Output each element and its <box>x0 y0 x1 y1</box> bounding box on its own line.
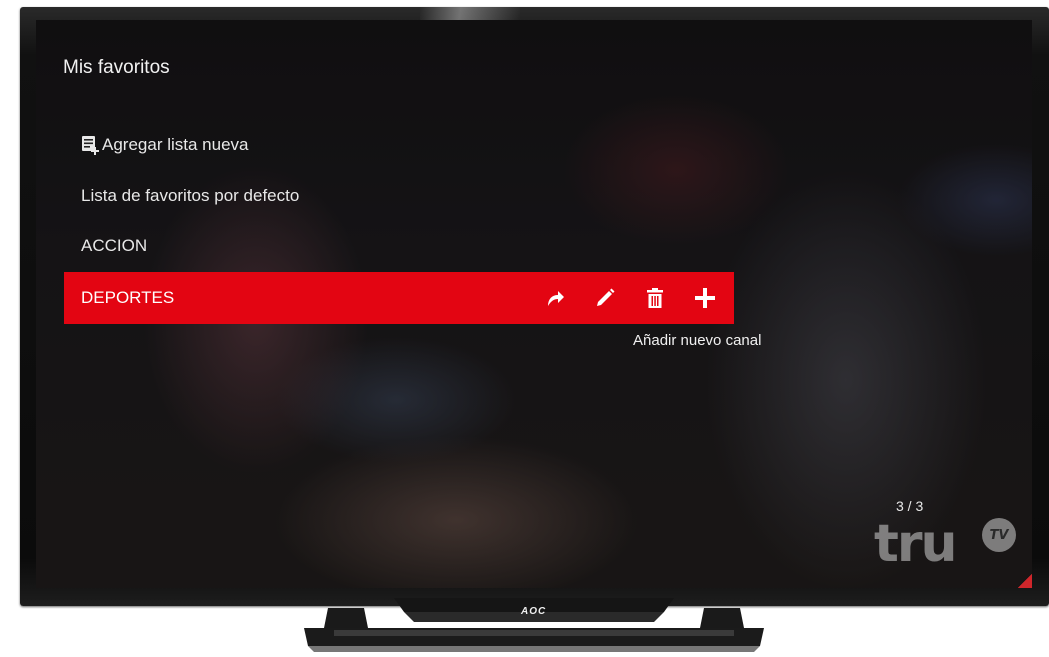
tv-brand-logo: AOC <box>521 606 547 617</box>
page-counter: 3 / 3 <box>896 498 924 514</box>
list-item-deportes-selected[interactable]: DEPORTES <box>64 272 734 324</box>
list-item-accion[interactable]: ACCION <box>81 236 147 256</box>
add-channel-tooltip: Añadir nuevo canal <box>633 332 762 349</box>
page-title: Mis favoritos <box>63 57 170 78</box>
tv-gloss <box>420 7 520 21</box>
trash-icon[interactable] <box>642 285 668 311</box>
add-list-icon <box>82 136 99 155</box>
pencil-icon[interactable] <box>592 285 618 311</box>
selected-item-label: DEPORTES <box>81 288 175 307</box>
channel-logo-badge: TV <box>982 518 1016 552</box>
add-list-button[interactable]: Agregar lista nueva <box>81 134 248 156</box>
share-arrow-icon[interactable] <box>542 285 568 311</box>
tv-screen: Mis favoritos Agregar lista nueva Lista … <box>36 20 1032 588</box>
add-list-label: Agregar lista nueva <box>102 135 249 154</box>
channel-logo: tru <box>874 514 958 574</box>
plus-icon[interactable] <box>692 285 718 311</box>
corner-indicator <box>1018 574 1032 588</box>
list-item-default[interactable]: Lista de favoritos por defecto <box>81 186 299 206</box>
